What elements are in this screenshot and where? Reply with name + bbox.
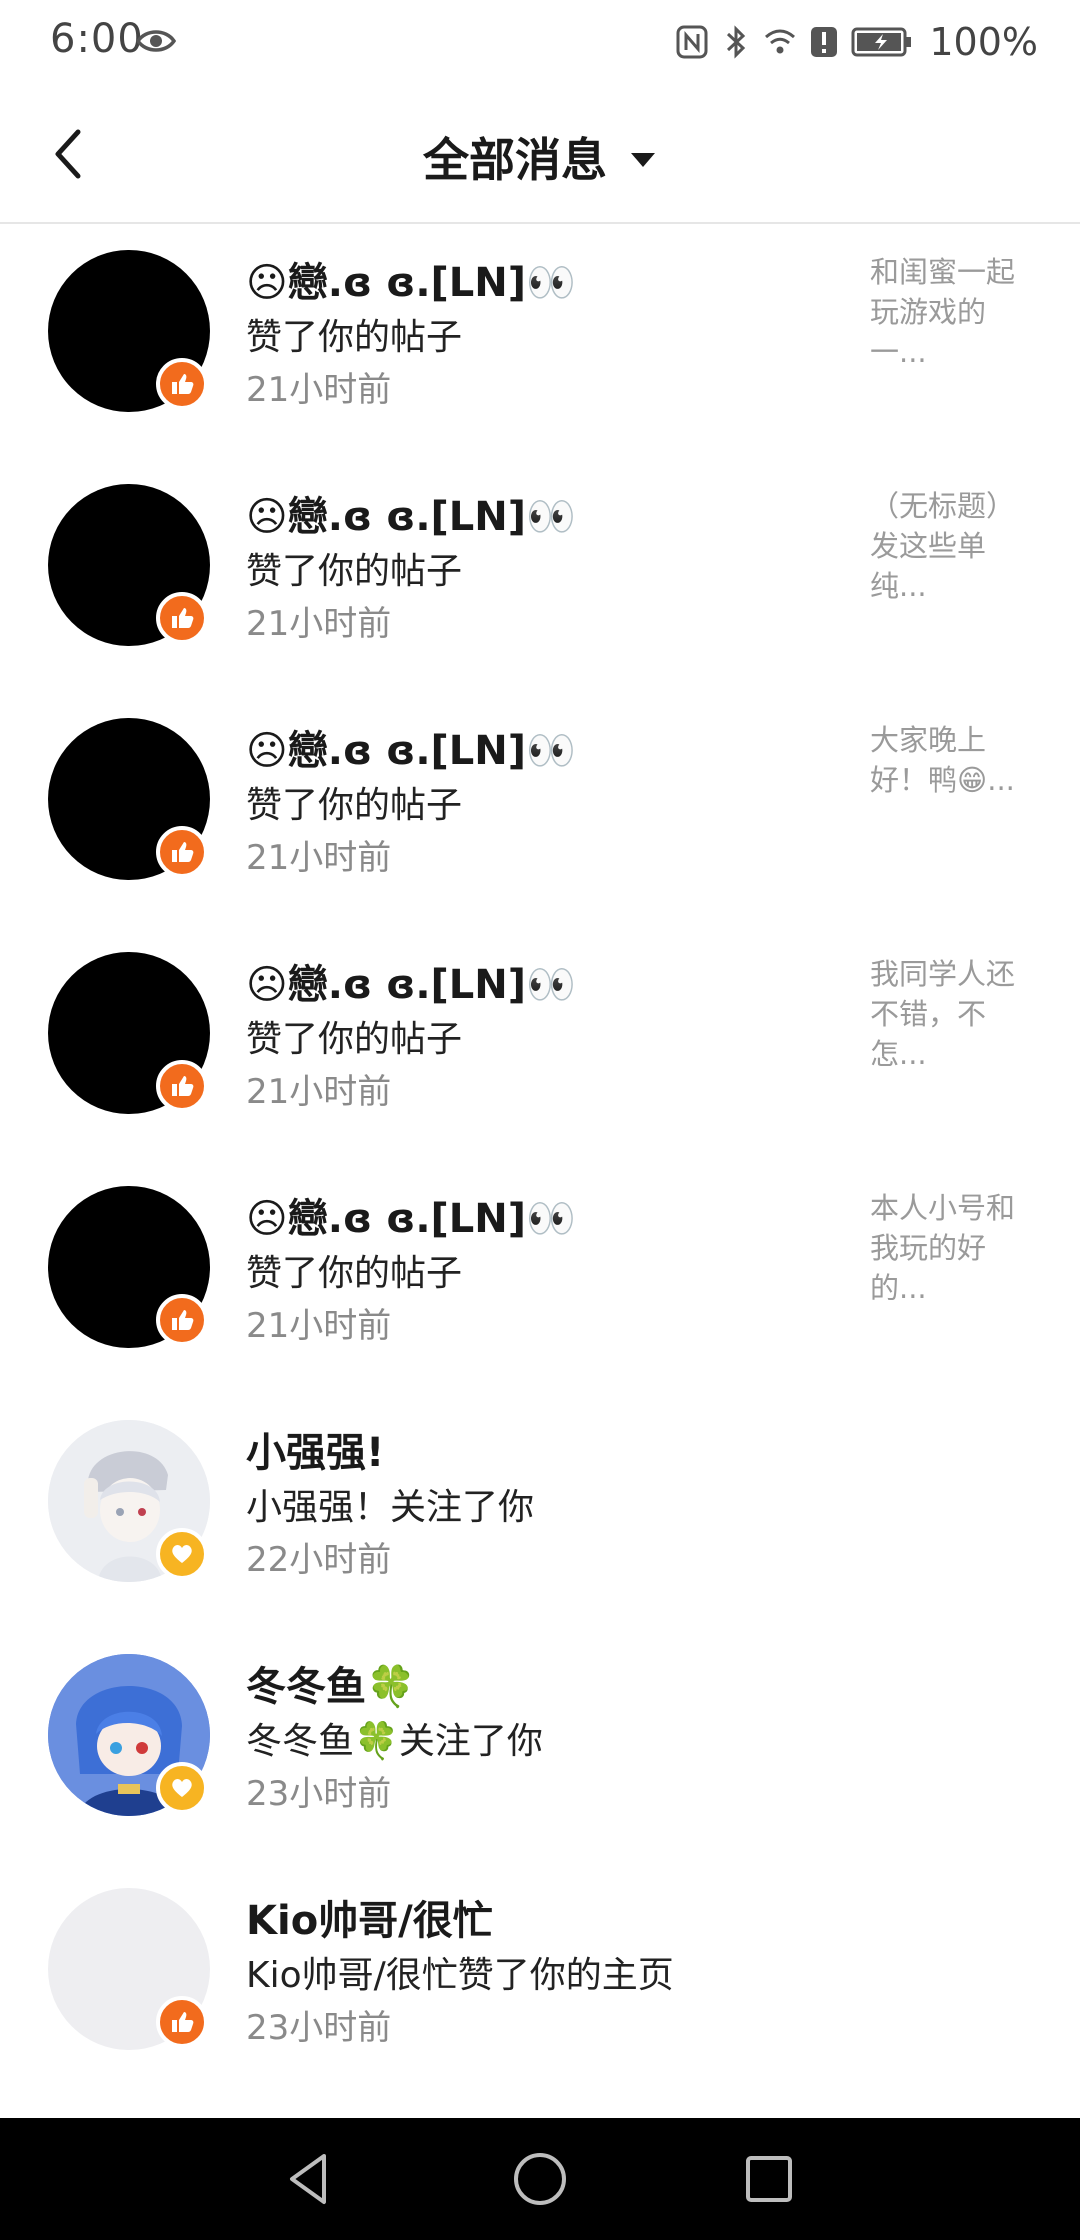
battery-percent: 100%	[929, 20, 1038, 64]
message-action: 赞了你的帖子	[246, 551, 463, 592]
message-list: ☹戀.ɞ ɞ.[LN]👀 赞了你的帖子 21小时前 和闺蜜一起玩游戏的一... …	[0, 226, 1080, 2098]
message-item[interactable]: ☹戀.ɞ ɞ.[LN]👀 赞了你的帖子 21小时前 （无标题）发这些单纯...	[0, 460, 1080, 694]
message-time: 21小时前	[246, 838, 392, 878]
message-action: Kio帅哥/很忙赞了你的主页	[246, 1955, 674, 1996]
battery-icon	[851, 27, 912, 57]
message-action: 小强强！关注了你	[246, 1487, 535, 1528]
message-time: 22小时前	[246, 1540, 392, 1580]
header: 全部消息	[0, 84, 1080, 224]
like-badge-icon	[156, 592, 208, 644]
like-badge-icon	[156, 1996, 208, 2048]
message-time: 21小时前	[246, 370, 392, 410]
message-action: 赞了你的帖子	[246, 1253, 463, 1294]
message-item[interactable]: ☹戀.ɞ ɞ.[LN]👀 赞了你的帖子 21小时前 大家晚上好！鸭😁...	[0, 694, 1080, 928]
caret-down-icon	[631, 153, 655, 167]
post-preview[interactable]: 大家晚上好！鸭😁...	[870, 720, 1030, 800]
sender-name[interactable]: ☹戀.ɞ ɞ.[LN]👀	[246, 250, 576, 308]
heart-badge-icon	[156, 1528, 208, 1580]
sender-name[interactable]: ☹戀.ɞ ɞ.[LN]👀	[246, 484, 576, 542]
message-action: 赞了你的帖子	[246, 1019, 463, 1060]
post-preview[interactable]: （无标题）发这些单纯...	[870, 486, 1030, 606]
message-time: 23小时前	[246, 2008, 392, 2048]
home-circle-icon[interactable]	[509, 2148, 571, 2210]
message-time: 21小时前	[246, 1306, 392, 1346]
like-badge-icon	[156, 826, 208, 878]
alert-icon	[811, 27, 838, 57]
sender-name[interactable]: ☹戀.ɞ ɞ.[LN]👀	[246, 952, 576, 1010]
sender-name[interactable]: Kio帅哥/很忙	[246, 1888, 493, 1946]
message-time: 23小时前	[246, 1774, 392, 1814]
heart-badge-icon	[156, 1762, 208, 1814]
wifi-icon	[765, 29, 796, 54]
post-preview[interactable]: 本人小号和我玩的好的...	[870, 1188, 1030, 1308]
like-badge-icon	[156, 1060, 208, 1112]
status-time: 6:00	[50, 16, 144, 62]
message-item[interactable]: ☹戀.ɞ ɞ.[LN]👀 赞了你的帖子 21小时前 我同学人还不错，不怎...	[0, 928, 1080, 1162]
sender-name[interactable]: 冬冬鱼🍀	[246, 1654, 416, 1712]
sender-name[interactable]: 小强强!	[246, 1420, 384, 1478]
bluetooth-icon	[727, 25, 746, 59]
message-action: 冬冬鱼🍀关注了你	[246, 1721, 543, 1762]
message-filter-dropdown[interactable]: 全部消息	[0, 124, 1080, 190]
message-time: 21小时前	[246, 1072, 392, 1112]
message-item[interactable]: Kio帅哥/很忙 Kio帅哥/很忙赞了你的主页 23小时前	[0, 1864, 1080, 2098]
nfc-icon	[676, 25, 708, 59]
message-time: 21小时前	[246, 604, 392, 644]
status-icons: 100%	[675, 18, 1038, 66]
message-item[interactable]: ☹戀.ɞ ɞ.[LN]👀 赞了你的帖子 21小时前 本人小号和我玩的好的...	[0, 1162, 1080, 1396]
back-triangle-icon[interactable]	[278, 2148, 340, 2210]
message-item[interactable]: 小强强! 小强强！关注了你 22小时前	[0, 1396, 1080, 1630]
sender-name[interactable]: ☹戀.ɞ ɞ.[LN]👀	[246, 1186, 576, 1244]
sender-name[interactable]: ☹戀.ɞ ɞ.[LN]👀	[246, 718, 576, 776]
message-item[interactable]: ☹戀.ɞ ɞ.[LN]👀 赞了你的帖子 21小时前 和闺蜜一起玩游戏的一...	[0, 226, 1080, 460]
recents-square-icon[interactable]	[738, 2148, 800, 2210]
message-action: 赞了你的帖子	[246, 317, 463, 358]
eye-icon	[136, 30, 176, 52]
page-title: 全部消息	[423, 133, 607, 187]
status-bar: 6:00 100%	[0, 0, 1080, 84]
post-preview[interactable]: 我同学人还不错，不怎...	[870, 954, 1030, 1074]
like-badge-icon	[156, 358, 208, 410]
navigation-bar	[0, 2118, 1080, 2240]
post-preview[interactable]: 和闺蜜一起玩游戏的一...	[870, 252, 1030, 372]
message-item[interactable]: 冬冬鱼🍀 冬冬鱼🍀关注了你 23小时前	[0, 1630, 1080, 1864]
like-badge-icon	[156, 1294, 208, 1346]
message-action: 赞了你的帖子	[246, 785, 463, 826]
